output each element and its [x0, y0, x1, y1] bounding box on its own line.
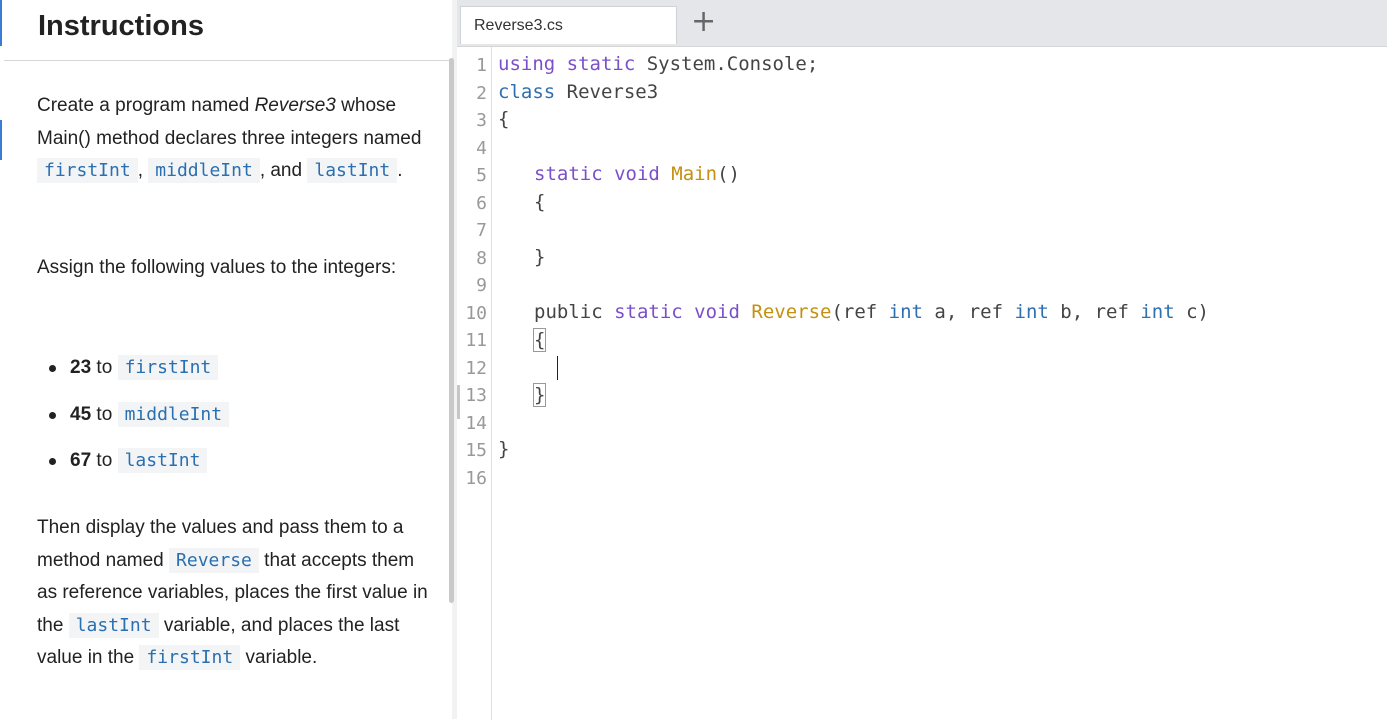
program-name: Reverse3 — [254, 95, 336, 116]
line-number: 5 — [476, 165, 487, 186]
code-text: Reverse3 — [555, 81, 659, 103]
matched-brace: } — [532, 383, 547, 407]
line-number: 6 — [476, 193, 487, 214]
panel-accent — [0, 120, 2, 160]
line-number: 12 — [465, 358, 487, 379]
instructions-title: Instructions — [38, 10, 204, 42]
code-line-3[interactable]: { — [498, 108, 509, 130]
keyword: int — [1014, 301, 1049, 323]
instructions-scrollbar[interactable] — [449, 58, 454, 603]
code-text: b, ref — [1048, 301, 1141, 323]
line-number: 15 — [465, 440, 487, 461]
text-cursor — [557, 356, 558, 380]
panel-accent — [0, 0, 2, 46]
function-name: Main — [671, 163, 718, 185]
text: . — [397, 160, 403, 181]
line-number: 14 — [465, 413, 487, 434]
tab-label: Reverse3.cs — [474, 17, 563, 34]
editor-tab-bar: Reverse3.cs + — [457, 0, 1387, 46]
line-number: 8 — [476, 248, 487, 269]
instruction-paragraph: Create a program named Reverse3 whose Ma… — [37, 90, 432, 188]
code-line-13[interactable]: } — [532, 383, 547, 407]
text: to — [96, 357, 113, 378]
line-number: 2 — [476, 83, 487, 104]
code-text: c) — [1174, 301, 1209, 323]
code-line-10[interactable]: public static void Reverse(ref int a, re… — [534, 301, 1209, 323]
keyword: int — [1140, 301, 1175, 323]
code-line-6[interactable]: { — [534, 191, 545, 213]
line-number: 11 — [465, 330, 487, 351]
code-text: a, ref — [922, 301, 1015, 323]
bullet-icon — [49, 365, 56, 372]
code-editor[interactable]: 1 2 3 4 5 6 7 8 9 10 11 12 13 14 15 16 u… — [457, 46, 1387, 720]
code-lastint: lastInt — [307, 158, 398, 183]
line-number: 10 — [465, 303, 487, 324]
add-tab-icon[interactable]: + — [691, 4, 716, 39]
text: , — [137, 160, 149, 181]
text: , and — [259, 160, 308, 181]
instruction-paragraph: Assign the following values to the integ… — [37, 257, 397, 278]
code-text: () — [717, 163, 740, 185]
code-line-1[interactable]: using static System.Console; — [498, 53, 818, 75]
code-middleint: middleInt — [148, 158, 260, 183]
tab-reverse3-cs[interactable]: Reverse3.cs — [460, 6, 677, 44]
line-number: 9 — [476, 275, 487, 296]
code-firstint: firstInt — [139, 645, 241, 670]
line-number: 4 — [476, 138, 487, 159]
matched-brace: { — [532, 328, 547, 352]
code-var: firstInt — [117, 355, 219, 380]
code-line-2[interactable]: class Reverse3 — [498, 81, 658, 103]
code-lastint: lastInt — [68, 612, 159, 638]
keyword: class — [498, 81, 556, 103]
text: to — [96, 403, 113, 425]
text: Create a program named — [37, 95, 255, 116]
bullet-icon — [49, 458, 56, 465]
keyword: int — [888, 301, 923, 323]
line-number: 7 — [476, 220, 487, 241]
code-line-11[interactable]: { — [532, 328, 547, 352]
code-line-8[interactable]: } — [534, 246, 545, 268]
code-var: lastInt — [117, 448, 208, 473]
code-text: System.Console; — [635, 53, 819, 75]
value: 67 — [70, 450, 92, 471]
instructions-header: Instructions — [4, 0, 452, 61]
keyword: static void — [534, 163, 660, 185]
value: 23 — [70, 357, 92, 378]
code-line-5[interactable]: static void Main() — [534, 163, 740, 185]
code-text: public — [534, 301, 615, 323]
line-number: 3 — [476, 110, 487, 131]
code-line-15[interactable]: } — [498, 438, 509, 460]
text: variable. — [240, 647, 318, 668]
function-name: Reverse — [751, 301, 832, 323]
instructions-panel: Instructions Create a program named Reve… — [0, 0, 452, 719]
list-item: 67 to lastInt — [37, 443, 229, 490]
bullet-icon — [49, 411, 56, 419]
code-var: middleInt — [117, 401, 230, 427]
line-number: 16 — [465, 468, 487, 489]
line-number-gutter: 1 2 3 4 5 6 7 8 9 10 11 12 13 14 15 16 — [457, 47, 492, 720]
text: to — [96, 450, 113, 471]
list-item: 23 to firstInt — [37, 350, 229, 397]
code-reverse: Reverse — [169, 547, 259, 573]
list-item: 45 to middleInt — [37, 397, 230, 444]
keyword: using static — [498, 53, 636, 75]
code-text: (ref — [831, 301, 889, 323]
line-number: 13 — [465, 385, 487, 406]
instruction-paragraph: Then display the values and pass them to… — [37, 512, 432, 675]
keyword: static void — [614, 301, 740, 323]
value: 45 — [70, 403, 92, 425]
line-number: 1 — [476, 55, 487, 76]
values-list: 23 to firstInt 45 to middleInt 67 to las… — [37, 350, 230, 490]
code-firstint: firstInt — [37, 158, 138, 183]
